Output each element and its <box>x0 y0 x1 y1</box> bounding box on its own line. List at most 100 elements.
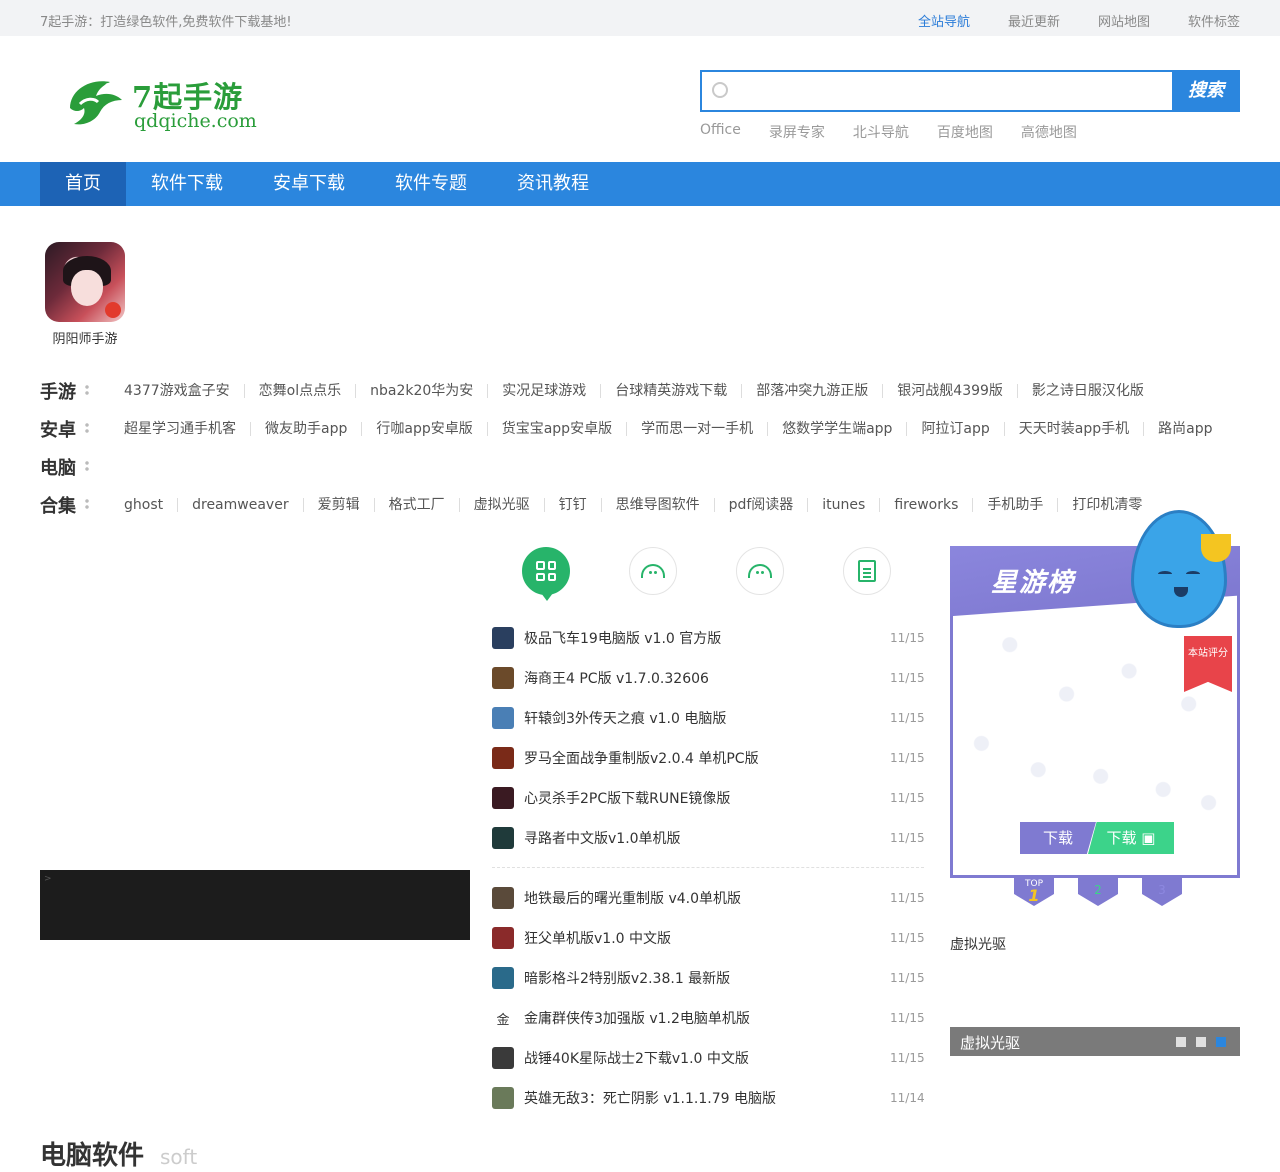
tag-row-label-text: 合集 <box>40 496 76 517</box>
tag-link[interactable]: 部落冲突九游正版 <box>742 384 884 398</box>
top-link-tags[interactable]: 软件标签 <box>1188 11 1240 30</box>
pager-dot-active[interactable] <box>1216 1037 1226 1047</box>
list-item-title[interactable]: 寻路者中文版v1.0单机版 <box>524 828 890 848</box>
tag-link[interactable]: itunes <box>808 498 881 512</box>
list-item-title[interactable]: 暗影格斗2特别版v2.38.1 最新版 <box>524 968 890 988</box>
list-item-title[interactable]: 英雄无敌3：死亡阴影 v1.1.1.79 电脑版 <box>524 1088 890 1108</box>
tag-link[interactable]: pdf阅读器 <box>715 498 809 512</box>
top-link-recent[interactable]: 最近更新 <box>1008 11 1060 30</box>
tag-link[interactable]: 打印机清零 <box>1058 498 1156 512</box>
tag-link[interactable]: 恋舞ol点点乐 <box>245 384 357 398</box>
nav-item-software[interactable]: 软件下载 <box>126 162 248 206</box>
tag-row: 合集 ghost dreamweaver 爱剪辑 格式工厂 虚拟光驱 钉钉 思维导图软件 pdf… <box>40 486 1227 524</box>
site-logo[interactable]: 7起手游 qdqiche.com <box>62 68 257 138</box>
tab-android-apps[interactable] <box>736 547 784 595</box>
pager-dot[interactable] <box>1176 1037 1186 1047</box>
tag-link[interactable]: 实况足球游戏 <box>488 384 602 398</box>
section-heading: 电脑软件 soft <box>40 1135 197 1172</box>
game-thumbnail-icon <box>492 1087 514 1109</box>
tag-link[interactable]: 钉钉 <box>545 498 602 512</box>
tag-link[interactable]: 银河战舰4399版 <box>883 384 1018 398</box>
tag-link[interactable]: 路尚app <box>1144 422 1226 436</box>
tab-android-games[interactable] <box>629 547 677 595</box>
tag-link[interactable]: 悠数学学生端app <box>768 422 908 436</box>
android-download-button[interactable]: 下载 ▣ <box>1088 822 1174 854</box>
tag-link[interactable]: 阿拉订app <box>907 422 1005 436</box>
tag-link[interactable]: 4377游戏盒子安 <box>124 384 245 398</box>
list-item-title[interactable]: 地铁最后的曙光重制版 v4.0单机版 <box>524 888 890 908</box>
top-link-sitemap[interactable]: 网站地图 <box>1098 11 1150 30</box>
tag-link[interactable]: 货宝宝app安卓版 <box>488 422 628 436</box>
search-input[interactable] <box>736 72 1136 110</box>
search-box: 搜索 <box>700 70 1240 112</box>
list-item-title[interactable]: 极品飞车19电脑版 v1.0 官方版 <box>524 628 890 648</box>
dots-icon <box>84 422 90 434</box>
list-item-title[interactable]: 战锤40K星际战士2下载v1.0 中文版 <box>524 1048 890 1068</box>
nav-item-topics[interactable]: 软件专题 <box>370 162 492 206</box>
ios-download-button[interactable]: 下载 <box>1020 822 1096 854</box>
tag-link[interactable]: 微友助手app <box>251 422 363 436</box>
hot-keyword[interactable]: 录屏专家 <box>769 122 825 142</box>
pager-dot[interactable] <box>1196 1037 1206 1047</box>
list-item-date: 11/15 <box>890 711 925 725</box>
tag-link[interactable]: 爱剪辑 <box>304 498 375 512</box>
search-button[interactable]: 搜索 <box>1172 71 1240 111</box>
tag-row-label-text: 手游 <box>40 382 76 403</box>
side-banner-title: 虚拟光驱 <box>960 1034 1021 1052</box>
tag-link[interactable]: 行咖app安卓版 <box>362 422 488 436</box>
list-item[interactable]: 地铁最后的曙光重制版 v4.0单机版 11/15 <box>492 878 925 918</box>
nav-item-news[interactable]: 资讯教程 <box>492 162 614 206</box>
top-link-all-nav[interactable]: 全站导航 <box>918 11 970 30</box>
list-item-date: 11/15 <box>890 751 925 765</box>
tag-link[interactable]: nba2k20华为安 <box>356 384 489 398</box>
list-item[interactable]: 狂父单机版v1.0 中文版 11/15 <box>492 918 925 958</box>
list-item-title[interactable]: 罗马全面战争重制版v2.0.4 单机PC版 <box>524 748 890 768</box>
hot-keyword[interactable]: Office <box>700 122 741 142</box>
tag-link[interactable]: 学而思一对一手机 <box>627 422 769 436</box>
featured-app[interactable]: 阴阳师手游 <box>44 242 126 347</box>
tag-link[interactable]: 天天时装app手机 <box>1005 422 1145 436</box>
rank-tab-1[interactable]: TOP 1 <box>1014 876 1054 906</box>
tag-link[interactable]: 格式工厂 <box>375 498 460 512</box>
tag-link[interactable]: fireworks <box>880 498 974 512</box>
tag-link[interactable]: dreamweaver <box>178 498 304 512</box>
search-field <box>702 72 1172 110</box>
tab-articles[interactable] <box>843 547 891 595</box>
hot-keyword[interactable]: 百度地图 <box>937 122 993 142</box>
list-item[interactable]: 战锤40K星际战士2下载v1.0 中文版 11/15 <box>492 1038 925 1078</box>
list-item-title[interactable]: 心灵杀手2PC版下载RUNE镜像版 <box>524 788 890 808</box>
tab-all[interactable] <box>522 547 570 601</box>
rank-tab-3[interactable]: 3 <box>1142 876 1182 906</box>
tag-link[interactable]: 影之诗日服汉化版 <box>1018 384 1158 398</box>
nav-item-home[interactable]: 首页 <box>40 162 126 206</box>
list-item-title[interactable]: 金庸群侠传3加强版 v1.2电脑单机版 <box>524 1008 890 1028</box>
list-item[interactable]: 心灵杀手2PC版下载RUNE镜像版 11/15 <box>492 778 925 818</box>
list-item-title[interactable]: 海商王4 PC版 v1.7.0.32606 <box>524 668 890 688</box>
tag-row-label-text: 电脑 <box>40 458 76 479</box>
tag-link[interactable]: 台球精英游戏下载 <box>601 384 743 398</box>
side-app-label[interactable]: 虚拟光驱 <box>950 934 1006 954</box>
list-item[interactable]: 轩辕剑3外传天之痕 v1.0 电脑版 11/15 <box>492 698 925 738</box>
hot-keyword[interactable]: 北斗导航 <box>853 122 909 142</box>
tag-row-label: 手游 <box>40 378 124 404</box>
list-item[interactable]: 英雄无敌3：死亡阴影 v1.1.1.79 电脑版 11/14 <box>492 1078 925 1118</box>
list-item[interactable]: 罗马全面战争重制版v2.0.4 单机PC版 11/15 <box>492 738 925 778</box>
side-banner[interactable]: 虚拟光驱 <box>950 1027 1240 1056</box>
rank-tab-2[interactable]: 2 <box>1078 876 1118 906</box>
tag-link[interactable]: ghost <box>124 498 179 512</box>
tag-link[interactable]: 思维导图软件 <box>602 498 715 512</box>
list-item-title[interactable]: 轩辕剑3外传天之痕 v1.0 电脑版 <box>524 708 890 728</box>
nav-item-android[interactable]: 安卓下载 <box>248 162 370 206</box>
list-item-title[interactable]: 狂父单机版v1.0 中文版 <box>524 928 890 948</box>
video-player[interactable]: > <box>40 870 470 940</box>
header: 7起手游 qdqiche.com 搜索 Office 录屏专家 北斗导航 百度地… <box>0 36 1280 162</box>
tag-link[interactable]: 手机助手 <box>973 498 1059 512</box>
list-item[interactable]: 暗影格斗2特别版v2.38.1 最新版 11/15 <box>492 958 925 998</box>
list-item[interactable]: 海商王4 PC版 v1.7.0.32606 11/15 <box>492 658 925 698</box>
tag-link[interactable]: 超星学习通手机客 <box>124 422 251 436</box>
list-item[interactable]: 金金庸群侠传3加强版 v1.2电脑单机版 11/15 <box>492 998 924 1038</box>
android-icon <box>748 564 772 578</box>
tag-link[interactable]: 虚拟光驱 <box>460 498 545 512</box>
list-item[interactable]: 极品飞车19电脑版 v1.0 官方版 11/15 <box>492 618 925 658</box>
hot-keyword[interactable]: 高德地图 <box>1021 122 1077 142</box>
